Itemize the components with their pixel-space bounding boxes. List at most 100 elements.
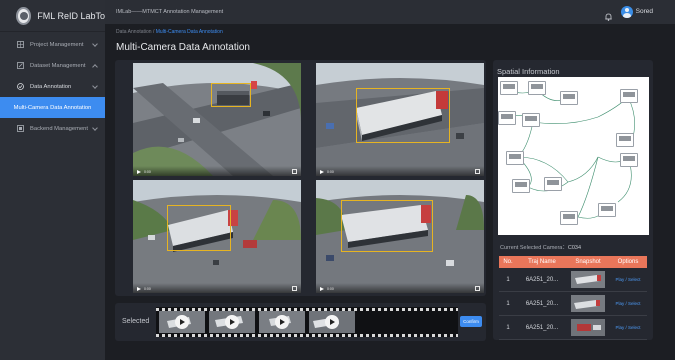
selected-strip: Selected Confirm <box>115 303 486 341</box>
sidebar-item-label: Multi-Camera Data Annotation <box>13 104 92 111</box>
camera-node[interactable] <box>506 151 524 165</box>
camera-topology-graph[interactable] <box>498 77 649 235</box>
video-player-1[interactable]: 0:00 <box>133 63 301 176</box>
check-circle-icon <box>17 83 24 90</box>
fullscreen-icon[interactable] <box>475 286 480 291</box>
play-icon[interactable] <box>325 315 339 329</box>
play-icon[interactable] <box>320 287 324 291</box>
sidebar-menu: Project Management Dataset Management Da… <box>0 34 105 139</box>
camera-node[interactable] <box>560 211 578 225</box>
current-camera: Current Selected Camera：C034 <box>500 243 581 251</box>
play-icon[interactable] <box>175 315 189 329</box>
table-row: 1 6A251_20... Play / Select <box>499 316 647 340</box>
video-controls <box>133 283 301 293</box>
brand: FML ReID LabTo <box>0 0 105 32</box>
breadcrumb-current: Multi-Camera Data Annotation <box>155 29 223 35</box>
play-select-link[interactable]: Play / Select <box>609 325 647 330</box>
sidebar-item-label: Backend Management <box>30 125 89 132</box>
breadcrumb: Data Annotation / Multi-Camera Data Anno… <box>116 29 223 35</box>
cell-no: 1 <box>506 300 510 307</box>
video-player-4[interactable]: 0:00 <box>316 180 484 293</box>
trajectory-table: No. Traj Name Snapshot Options 1 6A251_2… <box>499 256 647 340</box>
table-row: 1 6A251_20... Play / Select <box>499 292 647 316</box>
snapshot-image <box>571 319 605 336</box>
sidebar-item-backend-management[interactable]: Backend Management <box>0 118 105 139</box>
selected-clip-1[interactable] <box>159 311 205 333</box>
selected-clip-4[interactable] <box>309 311 355 333</box>
sidebar-item-label: Project Management <box>30 41 84 48</box>
confirm-button[interactable]: Confirm <box>460 316 482 327</box>
app-title: IMLab——MTMCT Annotation Management <box>116 9 224 15</box>
user-name[interactable]: Sored <box>636 8 653 15</box>
chevron-down-icon <box>92 83 98 89</box>
topbar: IMLab——MTMCT Annotation Management Sored <box>105 0 675 24</box>
video-controls <box>316 283 484 293</box>
bounding-box[interactable] <box>167 205 231 251</box>
camera-node[interactable] <box>522 113 540 127</box>
selected-label: Selected <box>122 318 150 325</box>
selected-clip-2[interactable] <box>209 311 255 333</box>
play-icon[interactable] <box>137 170 141 174</box>
fullscreen-icon[interactable] <box>292 286 297 291</box>
cell-snapshot <box>567 295 609 312</box>
cell-snapshot <box>567 319 609 336</box>
selected-clip-3[interactable] <box>259 311 305 333</box>
play-select-link[interactable]: Play / Select <box>609 277 647 282</box>
play-select-link[interactable]: Play / Select <box>609 301 647 306</box>
sidebar-item-data-annotation[interactable]: Data Annotation <box>0 76 105 97</box>
fullscreen-icon[interactable] <box>475 169 480 174</box>
sidebar-item-label: Data Annotation <box>30 83 72 90</box>
selected-film-strip <box>156 307 458 337</box>
breadcrumb-parent[interactable]: Data Annotation <box>116 29 152 35</box>
fullscreen-icon[interactable] <box>292 169 297 174</box>
sidebar-item-multi-camera-data-annotation[interactable]: Multi-Camera Data Annotation <box>0 97 105 118</box>
avatar[interactable] <box>621 6 633 18</box>
camera-node[interactable] <box>598 203 616 217</box>
brand-name: FML ReID LabTo <box>37 10 105 21</box>
play-icon[interactable] <box>225 315 239 329</box>
monitor-icon <box>17 125 24 132</box>
camera-node[interactable] <box>620 153 638 167</box>
sidebar-item-project-management[interactable]: Project Management <box>0 34 105 55</box>
edit-icon <box>17 62 24 69</box>
video-time: 0:00 <box>144 170 151 174</box>
cell-no: 1 <box>506 276 510 283</box>
bounding-box[interactable] <box>341 200 433 252</box>
camera-node[interactable] <box>528 81 546 95</box>
bounding-box[interactable] <box>211 83 251 107</box>
video-time: 0:00 <box>327 287 334 291</box>
bell-icon[interactable] <box>605 8 612 21</box>
camera-node[interactable] <box>560 91 578 105</box>
camera-node[interactable] <box>500 81 518 95</box>
film-perforation <box>156 333 458 337</box>
play-icon[interactable] <box>137 287 141 291</box>
camera-node[interactable] <box>498 111 516 125</box>
grid-icon <box>17 41 24 48</box>
camera-node[interactable] <box>544 177 562 191</box>
snapshot-image <box>571 271 605 288</box>
table-header: No. Traj Name Snapshot Options <box>499 256 647 268</box>
video-panel: 0:00 0:00 0:00 0:00 <box>115 60 486 296</box>
chevron-down-icon <box>92 41 98 47</box>
cell-name: 6A251_20... <box>525 300 559 307</box>
chevron-up-icon <box>92 64 98 70</box>
video-player-2[interactable]: 0:00 <box>316 63 484 176</box>
play-icon[interactable] <box>275 315 289 329</box>
camera-node[interactable] <box>512 179 530 193</box>
bounding-box[interactable] <box>356 88 450 143</box>
spatial-panel: Spatial Information Current Selected Cam… <box>493 60 653 340</box>
sidebar-item-dataset-management[interactable]: Dataset Management <box>0 55 105 76</box>
camera-node[interactable] <box>616 133 634 147</box>
cell-name: 6A251_20... <box>525 324 559 331</box>
play-icon[interactable] <box>320 170 324 174</box>
table-row: 1 6A251_20... Play / Select <box>499 268 647 292</box>
video-controls <box>316 166 484 176</box>
camera-node[interactable] <box>620 89 638 103</box>
page-title: Multi-Camera Data Annotation <box>116 42 250 53</box>
column-header-snapshot: Snapshot <box>575 259 601 265</box>
video-time: 0:00 <box>144 287 151 291</box>
sidebar-item-label: Dataset Management <box>30 62 86 69</box>
video-player-3[interactable]: 0:00 <box>133 180 301 293</box>
spatial-title: Spatial Information <box>497 67 560 76</box>
column-header-no: No. <box>503 259 513 265</box>
